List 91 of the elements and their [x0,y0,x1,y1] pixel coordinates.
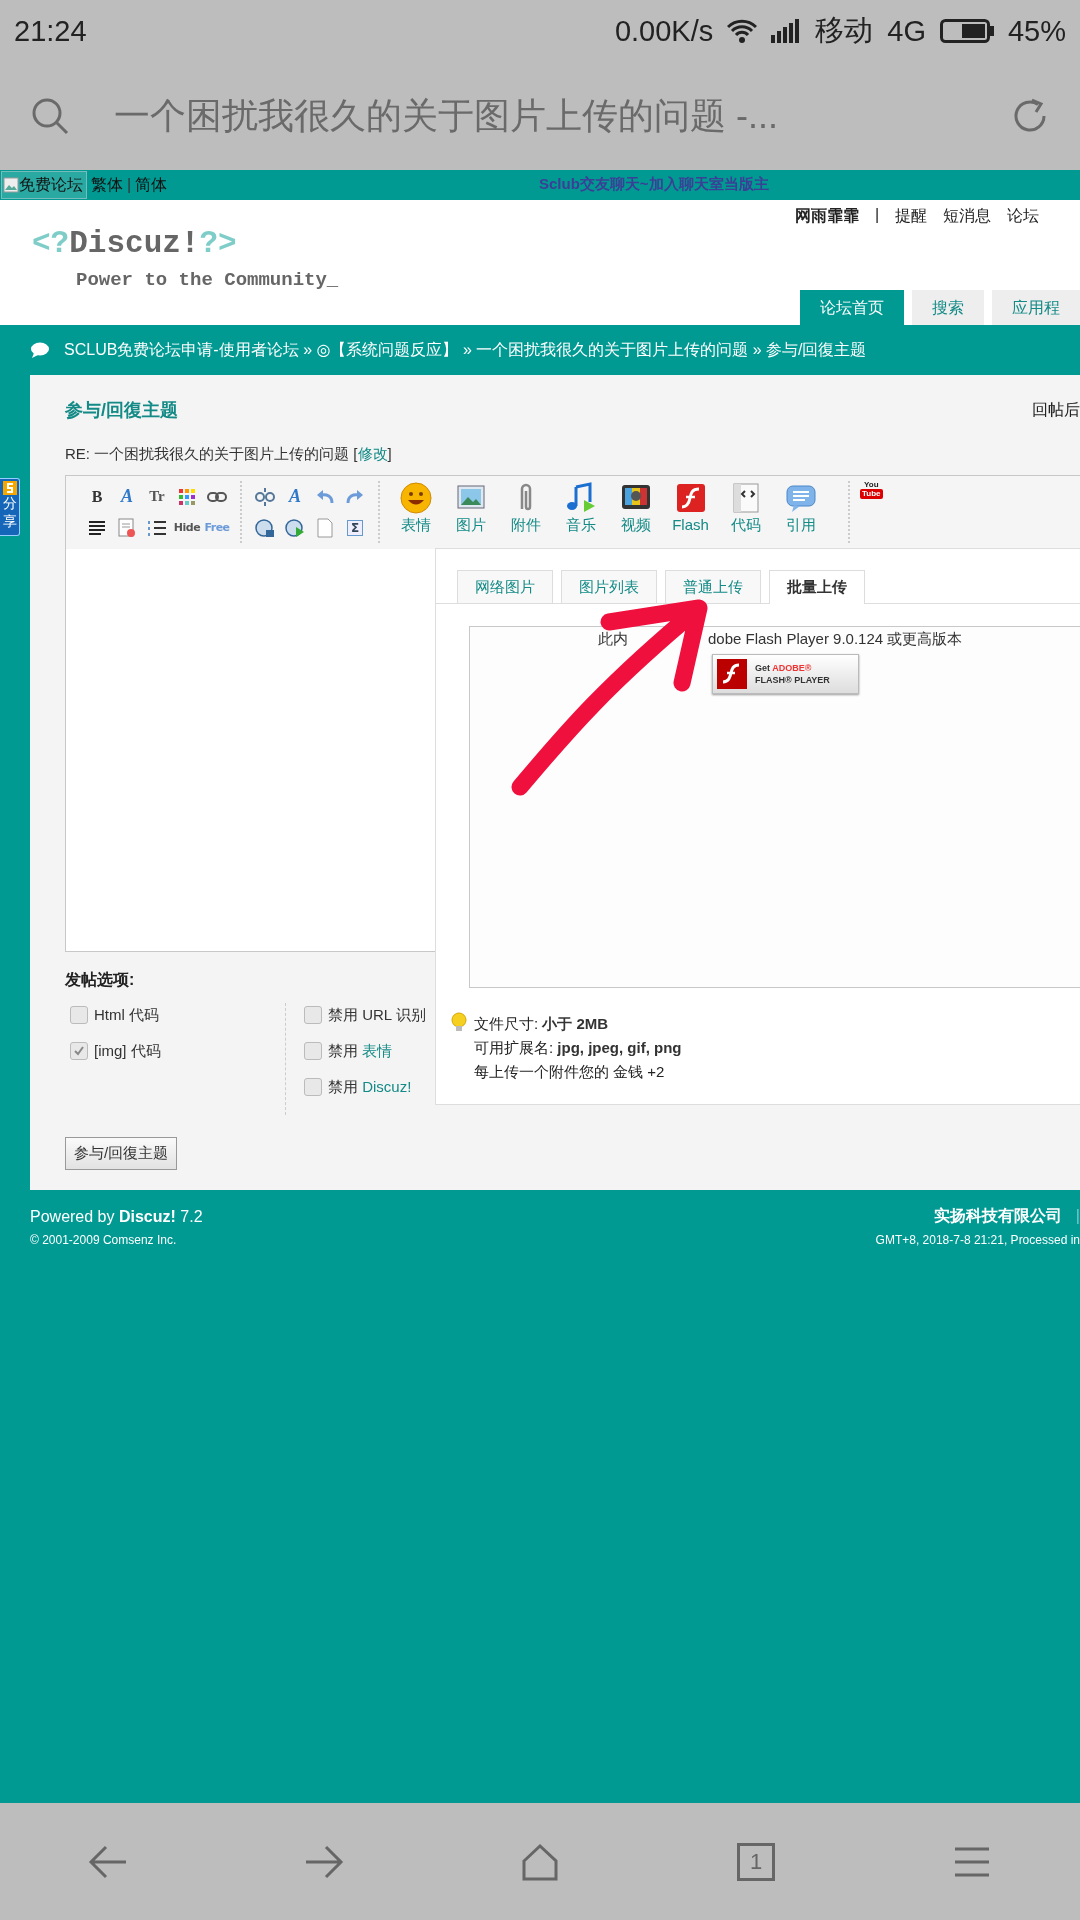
smiley-icon [398,481,433,515]
hide-button[interactable]: Hide [173,521,201,534]
get-flash-button[interactable]: Get ADOBE® FLASH® PLAYER [712,654,859,694]
server-time-text: GMT+8, 2018-7-8 21:21, Processed in [875,1233,1080,1247]
network-speed: 0.00K/s [614,14,714,48]
flash-logo-icon [717,659,747,689]
size-button[interactable]: Tr [149,488,165,505]
chat-bubble-icon [30,342,50,358]
option-label: 禁用 URL 识别 [328,1005,426,1025]
clear-format-button[interactable]: A [289,486,301,507]
broken-image[interactable]: 免费论坛 [1,171,87,199]
language-link[interactable]: 繁体 [91,174,123,196]
section-title: 参与/回復主题 [65,399,178,422]
signal-icon [771,19,802,43]
upload-info-line: 文件尺寸: 小于 2MB [474,1014,610,1034]
carrier-name: 移动 [815,13,874,48]
checkbox[interactable] [304,1006,322,1024]
battery-icon [939,19,994,43]
option-link[interactable]: 表情 [362,1041,393,1059]
bold-button[interactable]: B [91,487,103,506]
checkbox[interactable] [70,1006,88,1024]
editor-tool-button[interactable]: 引用 [773,481,828,535]
header-link[interactable]: 短消息 [943,206,992,227]
clock-time: 21:24 [14,14,87,48]
forward-arrow-icon[interactable] [304,1843,344,1880]
nav-tab[interactable]: 搜索 [912,290,984,325]
font-button[interactable]: A [121,486,133,507]
option-link[interactable]: Discuz! [362,1077,412,1095]
broken-chain-icon[interactable] [254,485,276,508]
share-logo-icon [2,481,17,495]
check-mark-icon [73,1045,85,1057]
upload-tab[interactable]: 图片列表 [561,570,657,603]
editor-tool-button[interactable]: 图片 [443,481,498,535]
powered-by-text: Powered by Discuz! 7.2 [30,1207,203,1226]
share-tab[interactable]: 分享 [0,478,20,536]
editor-tool-button[interactable]: 音乐 [553,481,608,535]
editor-tool-button[interactable]: 表情 [388,481,443,535]
options-title: 发帖选项: [65,970,135,990]
free-button[interactable]: Free [204,521,230,534]
search-icon[interactable] [30,96,70,136]
battery-level: 45% [1007,14,1066,48]
header-link[interactable]: 提醒 [895,206,928,227]
upload-tab[interactable]: 网络图片 [457,570,553,603]
separator: | [127,176,132,194]
disc-play-icon[interactable] [284,516,306,539]
option-label: Html 代码 [94,1005,159,1025]
post-subject: RE: 一个困扰我很久的关于图片上传的问题 [修改] [65,445,393,464]
language-link[interactable]: 简体 [135,174,168,196]
option-label: 禁用 Discuz! [328,1077,412,1097]
upload-tab[interactable]: 普通上传 [665,570,761,603]
edit-link[interactable]: 修改 [357,445,388,462]
separator: | [875,206,880,225]
network-type: 4G [887,14,926,48]
upload-info-line: 每上传一个附件您的 金钱 +2 [474,1062,666,1082]
back-arrow-icon[interactable] [88,1843,128,1880]
checkbox[interactable] [304,1042,322,1060]
breadcrumb[interactable]: SCLUB免费论坛申请-使用者论坛 » ◎【系统问题反应】 » 一个困扰我很久的关于图片上传的问题 » 参与/回復主题 [64,339,867,361]
user-name[interactable]: 网雨霏霏 [795,206,859,227]
checkbox[interactable] [70,1042,88,1060]
formula-button[interactable]: Σ [346,519,364,536]
home-icon[interactable] [521,1842,559,1881]
flash-notice: dobe Flash Player 9.0.124 或更高版本 [708,630,963,649]
upload-tab[interactable]: 批量上传 [769,570,865,604]
page-title: 一个困扰我很久的关于图片上传的问题 -... [114,93,779,138]
editor-tool-button[interactable]: 代码 [718,481,773,535]
wifi-icon [727,19,758,43]
forum-logo: <?Discuz!?> [32,226,237,261]
page-minus-icon[interactable] [116,516,138,539]
editor-tool-button[interactable]: 视频 [608,481,663,535]
submit-button[interactable]: 参与/回復主题 [65,1137,178,1170]
checkbox[interactable] [304,1078,322,1096]
option-label: [img] 代码 [94,1041,161,1061]
blank-page-icon[interactable] [314,516,336,539]
copyright-text: © 2001-2009 Comsenz Inc. [30,1233,177,1247]
editor-tool-button[interactable]: Flash [663,481,718,535]
upload-info-line: 可用扩展名: jpg, jpeg, gif, png [474,1038,682,1058]
header-link[interactable]: 论坛 [1007,206,1040,227]
separator: | [1075,1207,1080,1224]
nav-tab[interactable]: 应用程 [992,290,1080,325]
menu-icon[interactable] [953,1845,991,1878]
tab-count-button[interactable]: 1 [737,1842,775,1881]
editor-tool-button[interactable]: 附件 [498,481,553,535]
promo-link[interactable]: Sclub交友聊天~加入聊天室当版主 [539,175,769,194]
nav-tab[interactable]: 论坛首页 [800,290,904,325]
flash-notice: 此内 [598,630,628,649]
logo-slogan: Power to the Community_ [76,269,340,291]
company-link[interactable]: 实扬科技有限公司 [933,1207,1062,1224]
light-bulb-icon [450,1012,468,1034]
option-label: 禁用 表情 [328,1041,393,1061]
side-note: 回帖后 [1032,399,1080,420]
disc-table-icon[interactable] [254,516,276,539]
